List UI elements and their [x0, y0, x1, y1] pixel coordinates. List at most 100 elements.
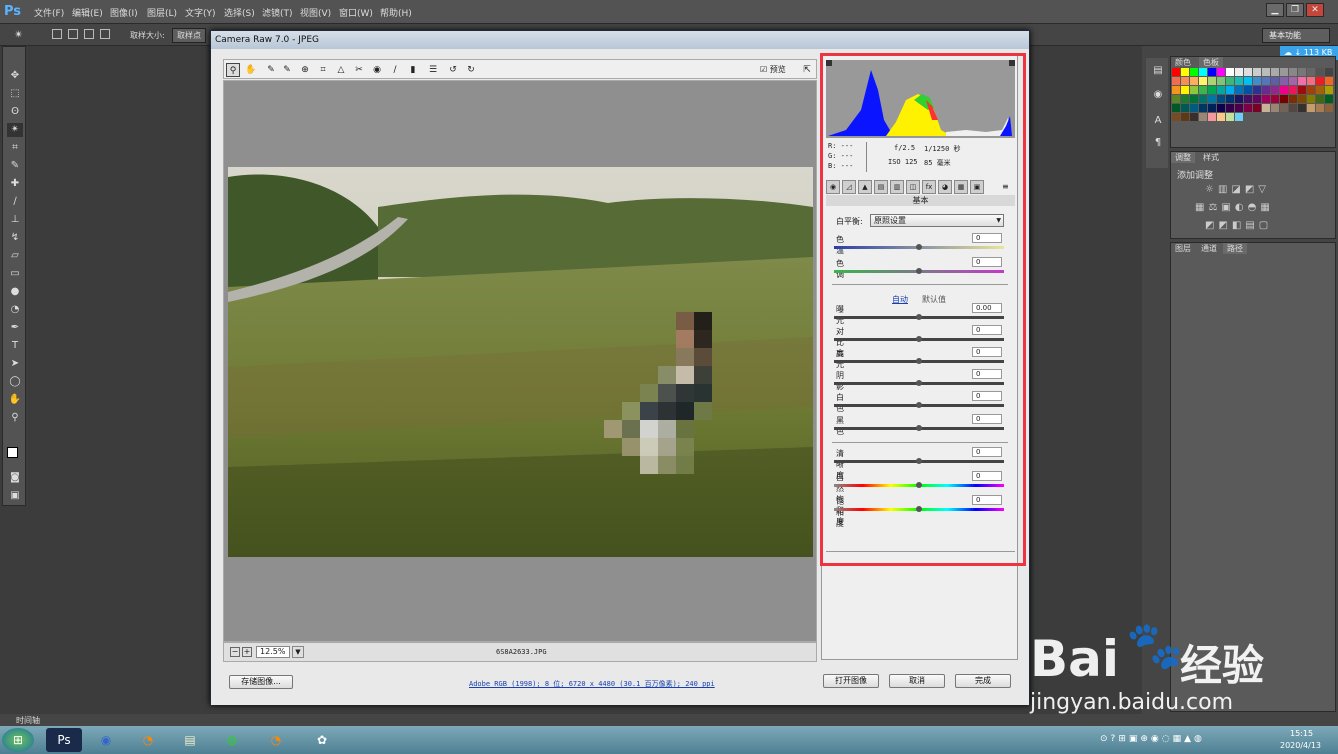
menu-type[interactable]: 文字(Y): [185, 6, 216, 19]
color-swatch[interactable]: [1181, 77, 1189, 85]
menu-layer[interactable]: 图层(L): [147, 6, 177, 19]
baidu-disk-task-icon[interactable]: ✿: [304, 728, 340, 752]
menu-select[interactable]: 选择(S): [224, 6, 255, 19]
color-swatch[interactable]: [1172, 68, 1180, 76]
color-swatch[interactable]: [1235, 104, 1243, 112]
crop-tool-icon[interactable]: ⌗: [7, 141, 23, 155]
color-swatch[interactable]: [1199, 104, 1207, 112]
menu-edit[interactable]: 编辑(E): [72, 6, 103, 19]
color-swatch[interactable]: [1316, 95, 1324, 103]
paragraph-panel-icon[interactable]: ¶: [1150, 136, 1166, 150]
close-icon[interactable]: ✕: [1306, 3, 1324, 17]
color-swatch[interactable]: [1280, 104, 1288, 112]
color-swatch[interactable]: [1325, 104, 1333, 112]
color-swatch[interactable]: [1271, 86, 1279, 94]
color-swatch[interactable]: [1244, 95, 1252, 103]
app-task-icon[interactable]: ◔: [130, 728, 166, 752]
color-swatch[interactable]: [1190, 86, 1198, 94]
color-swatch[interactable]: [1307, 95, 1315, 103]
zoom-tool-icon[interactable]: ⚲: [7, 411, 23, 425]
color-swatch[interactable]: [1172, 77, 1180, 85]
color-swatch[interactable]: [1325, 77, 1333, 85]
workflow-options-link[interactable]: Adobe RGB (1998); 8 位; 6720 x 4480 (30.1…: [469, 679, 715, 689]
rotate-left-icon[interactable]: ↺: [446, 63, 460, 77]
color-swatch[interactable]: [1253, 104, 1261, 112]
preview-checkbox[interactable]: ☑ 预览: [760, 64, 786, 75]
marquee-tool-icon[interactable]: ⬚: [7, 87, 23, 101]
color-swatch[interactable]: [1181, 86, 1189, 94]
color-swatch[interactable]: [1316, 68, 1324, 76]
new-selection-icon[interactable]: [52, 29, 62, 39]
type-tool-icon[interactable]: T: [7, 339, 23, 353]
pen-tool-icon[interactable]: ✒: [7, 321, 23, 335]
history-panel-icon[interactable]: ▤: [1150, 64, 1166, 78]
character-panel-icon[interactable]: A: [1150, 114, 1166, 128]
blur-tool-icon[interactable]: ●: [7, 285, 23, 299]
spot-removal-icon[interactable]: ✂: [352, 63, 366, 77]
sample-size-select[interactable]: 取样点: [172, 28, 206, 43]
cancel-button[interactable]: 取消: [889, 674, 945, 688]
color-swatch[interactable]: [1235, 95, 1243, 103]
hand-tool-icon[interactable]: ✋: [244, 63, 258, 77]
quick-mask-icon[interactable]: ◙: [7, 471, 23, 485]
color-swatch[interactable]: [1190, 113, 1198, 121]
open-image-button[interactable]: 打开图像: [823, 674, 879, 688]
color-swatch[interactable]: [1217, 86, 1225, 94]
menu-file[interactable]: 文件(F): [34, 6, 64, 19]
adjustment-icons-row2[interactable]: ▦⚖▣◐◓▦: [1195, 202, 1274, 213]
color-swatch[interactable]: [1235, 86, 1243, 94]
tab-adjustments[interactable]: 调整: [1171, 152, 1195, 163]
color-swatch[interactable]: [1217, 113, 1225, 121]
color-swatch[interactable]: [1298, 95, 1306, 103]
color-swatch[interactable]: [1280, 95, 1288, 103]
color-swatch[interactable]: [1226, 104, 1234, 112]
color-swatch[interactable]: [1307, 86, 1315, 94]
browser-task-icon[interactable]: ◉: [88, 728, 124, 752]
color-sampler-icon[interactable]: ✎: [280, 63, 294, 77]
gradient-tool-icon[interactable]: ▭: [7, 267, 23, 281]
color-swatch[interactable]: [1253, 68, 1261, 76]
tray-icons[interactable]: ⊙?⊞▣⊕◉◌▦▲◍: [1100, 734, 1205, 744]
wechat-task-icon[interactable]: ◍: [214, 728, 250, 752]
color-swatch[interactable]: [1172, 95, 1180, 103]
color-swatch[interactable]: [1199, 77, 1207, 85]
color-swatch[interactable]: [1172, 104, 1180, 112]
menu-view[interactable]: 视图(V): [300, 6, 331, 19]
targeted-adjustment-icon[interactable]: ⊕: [298, 63, 312, 77]
preferences-icon[interactable]: ☰: [426, 63, 440, 77]
tab-swatches[interactable]: 色板: [1199, 57, 1223, 68]
color-swatch[interactable]: [1289, 77, 1297, 85]
color-swatch[interactable]: [1217, 68, 1225, 76]
menu-image[interactable]: 图像(I): [110, 6, 138, 19]
color-swatch[interactable]: [1298, 86, 1306, 94]
add-selection-icon[interactable]: [68, 29, 78, 39]
color-swatch[interactable]: [1172, 86, 1180, 94]
color-swatch[interactable]: [1208, 86, 1216, 94]
color-swatch[interactable]: [1199, 86, 1207, 94]
color-swatch[interactable]: [1235, 113, 1243, 121]
color-swatch[interactable]: [1316, 77, 1324, 85]
color-swatch[interactable]: [1289, 86, 1297, 94]
tab-layers[interactable]: 图层: [1171, 243, 1195, 254]
zoom-in-icon[interactable]: +: [242, 647, 252, 657]
straighten-tool-icon[interactable]: △: [334, 63, 348, 77]
zoom-level-field[interactable]: 12.5%: [256, 646, 290, 658]
color-swatch[interactable]: [1217, 104, 1225, 112]
stamp-tool-icon[interactable]: ⊥: [7, 213, 23, 227]
foreground-color-swatch[interactable]: [7, 447, 18, 458]
explorer-task-icon[interactable]: ▤: [172, 728, 208, 752]
tab-color[interactable]: 颜色: [1171, 57, 1195, 68]
color-swatch[interactable]: [1280, 86, 1288, 94]
zoom-dropdown-icon[interactable]: ▼: [292, 646, 304, 658]
healing-tool-icon[interactable]: ✚: [7, 177, 23, 191]
color-swatch[interactable]: [1217, 77, 1225, 85]
color-swatch[interactable]: [1235, 68, 1243, 76]
color-swatch[interactable]: [1262, 77, 1270, 85]
hand-tool-icon[interactable]: ✋: [7, 393, 23, 407]
color-swatch[interactable]: [1208, 104, 1216, 112]
save-image-button[interactable]: 存储图像...: [229, 675, 293, 689]
adjustment-icons-row3[interactable]: ◩◩◧▤▢: [1205, 220, 1272, 231]
screen-mode-icon[interactable]: ▣: [7, 489, 23, 503]
photoshop-task-icon[interactable]: Ps: [46, 728, 82, 752]
tab-channels[interactable]: 通道: [1197, 243, 1221, 254]
